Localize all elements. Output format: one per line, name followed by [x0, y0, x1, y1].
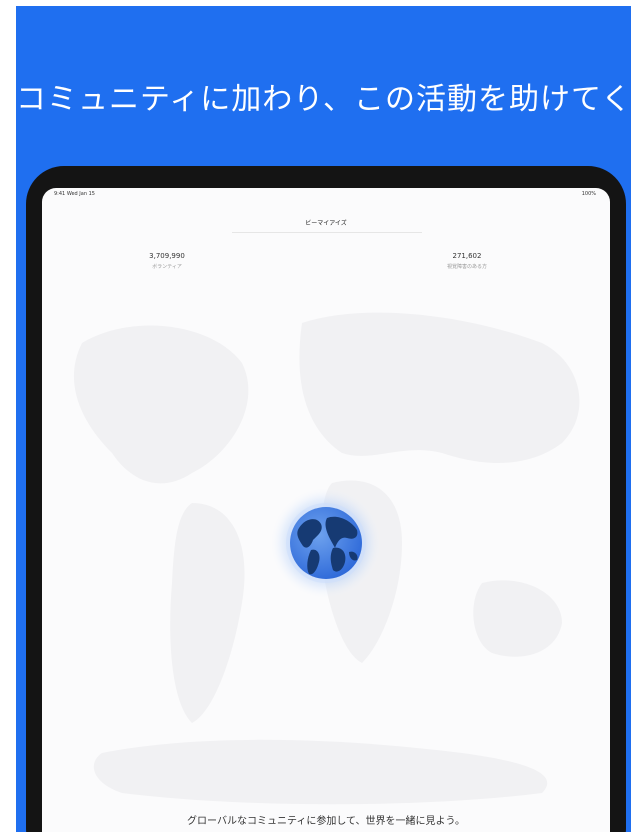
status-bar: 9:41 Wed Jan 15 100% — [42, 188, 610, 202]
status-time: 9:41 Wed Jan 15 — [54, 191, 95, 197]
blind-user-label: 視覚障害のある方 — [446, 264, 487, 270]
nav-title: ビーマイアイズ — [305, 220, 347, 227]
ipad-frame: 9:41 Wed Jan 15 100% ビーマイアイズ 3,709,990 ボ… — [26, 166, 626, 832]
blind-user-stat: 271,602 視覚障害のある方 — [412, 252, 522, 270]
tagline: グローバルなコミュニティに参加して、世界を一緒に見よう。 — [187, 816, 465, 827]
volunteer-label: ボランティア — [152, 264, 182, 270]
volunteer-count: 3,709,990 — [149, 252, 185, 260]
nav-divider — [232, 232, 422, 233]
battery-indicator: 100% — [581, 191, 596, 197]
promo-banner: コミュニティに加わり、この活動を助けてください 9:41 Wed Jan 15 … — [16, 6, 631, 832]
promo-headline: コミュニティに加わり、この活動を助けてください — [16, 82, 631, 117]
globe-button[interactable] — [271, 488, 381, 598]
blind-user-count: 271,602 — [452, 252, 482, 260]
volunteer-stat: 3,709,990 ボランティア — [112, 252, 222, 270]
ipad-screen: 9:41 Wed Jan 15 100% ビーマイアイズ 3,709,990 ボ… — [42, 188, 610, 832]
globe-icon — [271, 488, 381, 598]
